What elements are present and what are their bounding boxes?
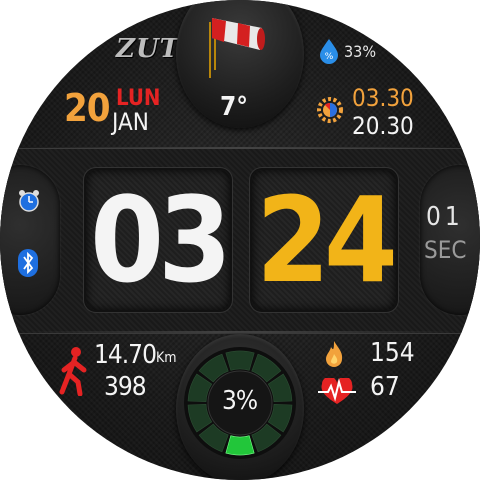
heart-rate-value: 67	[370, 372, 400, 402]
alarm-clock-icon[interactable]	[16, 188, 42, 214]
brand-logo: ZUT	[116, 34, 181, 64]
minutes-digits: 24	[256, 171, 398, 309]
seconds-value: 01	[426, 202, 464, 232]
sunrise-time: 03.30	[352, 84, 414, 112]
divider-bottom	[20, 331, 460, 333]
flame-icon	[326, 341, 343, 367]
distance-unit: Km	[156, 350, 177, 366]
sunset-time: 20.30	[352, 112, 414, 140]
distance-value: 14.70	[94, 340, 157, 370]
hours-digits: 03	[90, 171, 232, 309]
watch-face: ZUT 7° % 33% 20 LUN JAN 03.30 20.30 01 S…	[0, 0, 480, 480]
battery-percent: 3%	[222, 386, 258, 416]
date-month: JAN	[112, 108, 149, 136]
battery-segment	[225, 350, 255, 371]
windsock-icon	[209, 18, 265, 78]
time-band	[0, 148, 480, 334]
humidity-value: 33%	[344, 42, 376, 61]
battery-segment	[225, 435, 255, 456]
temperature: 7°	[220, 92, 248, 122]
bluetooth-icon[interactable]	[17, 248, 39, 278]
steps-value: 398	[104, 372, 147, 402]
date-day: 20	[64, 86, 111, 130]
seconds-label: SEC	[424, 236, 467, 264]
water-drop-percent-icon: %	[320, 39, 338, 64]
heart-rate-icon	[318, 378, 356, 404]
divider-top	[20, 147, 460, 149]
sun-gear-icon	[317, 97, 343, 123]
walking-person-icon	[59, 347, 87, 396]
svg-text:%: %	[325, 52, 334, 62]
calories-value: 154	[370, 338, 415, 368]
